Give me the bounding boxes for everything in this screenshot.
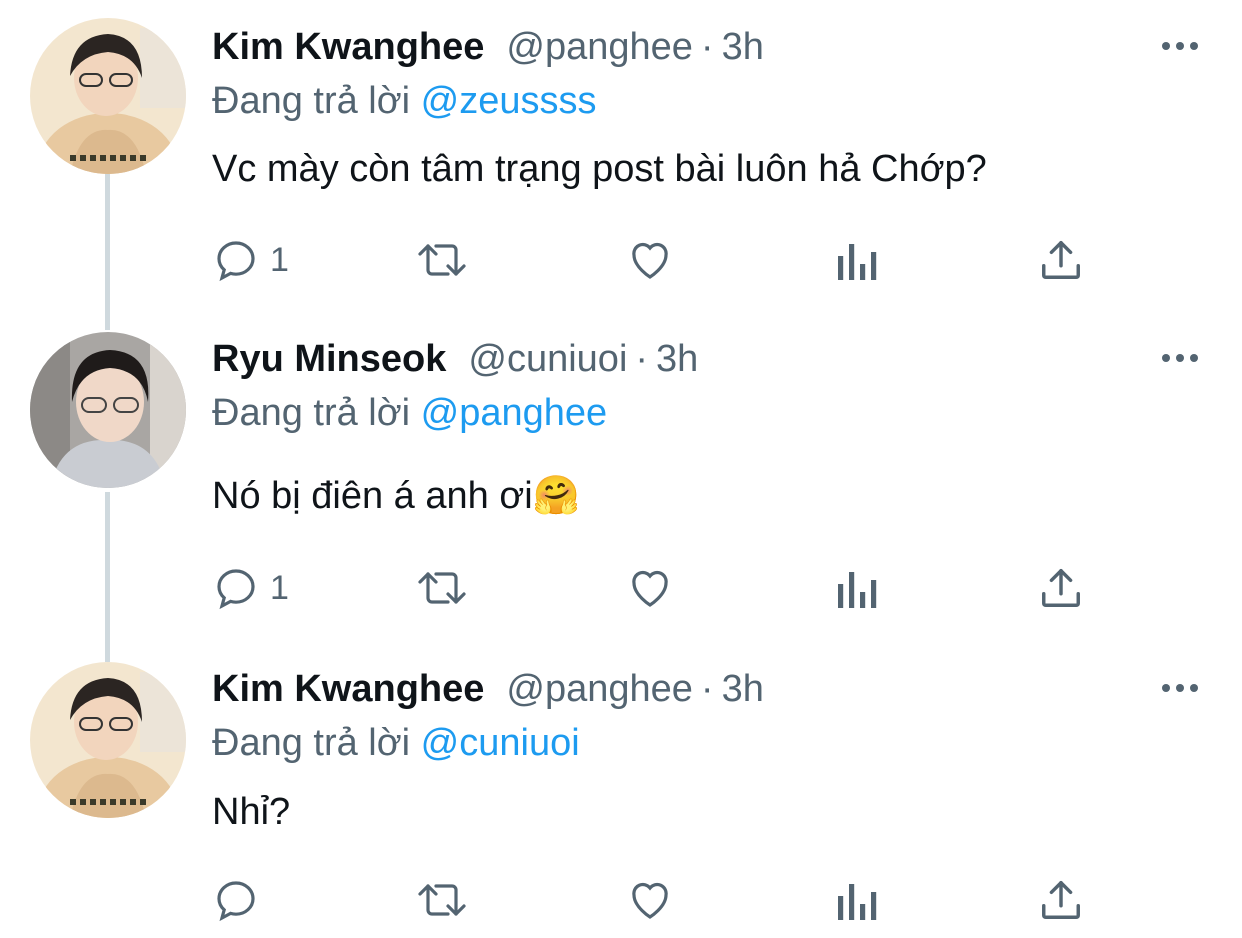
display-name[interactable]: Kim Kwanghee [212, 26, 484, 68]
like-icon [626, 236, 674, 284]
timestamp[interactable]: 3h [656, 338, 698, 380]
views-button[interactable] [834, 232, 878, 288]
reply-thread: Kim Kwanghee @panghee · 3h Đang trả lời @ze… [0, 0, 1242, 938]
tweet-actions: 1 [212, 560, 1092, 616]
tweet-text: Vc mày còn tâm trạng post bài luôn hả Ch… [212, 148, 987, 190]
retweet-button[interactable] [414, 560, 470, 616]
reply-button[interactable]: 1 [212, 232, 289, 288]
reply-count: 1 [270, 568, 289, 607]
like-button[interactable] [626, 232, 674, 288]
more-icon[interactable] [1160, 36, 1200, 56]
retweet-icon [414, 876, 470, 924]
hugging-face-emoji: 🤗 [532, 475, 581, 517]
mention-link[interactable]: @panghee [421, 392, 608, 434]
tweet[interactable]: Ryu Minseok @cuniuoi · 3h Đang trả lời @pan… [0, 312, 1242, 642]
replying-to: Đang trả lời @zeussss [212, 78, 597, 124]
avatar-kim-kwanghee [30, 662, 186, 818]
tweet[interactable]: Kim Kwanghee @panghee · 3h Đang trả lời @ze… [0, 0, 1242, 310]
views-icon [834, 876, 878, 924]
tweet-header: Ryu Minseok @cuniuoi · 3h [212, 336, 698, 382]
share-icon [1038, 236, 1084, 284]
tweet-text: Nó bị điên á anh ơi🤗 [212, 472, 580, 520]
timestamp[interactable]: 3h [722, 26, 764, 68]
retweet-button[interactable] [414, 232, 470, 288]
user-handle[interactable]: @cuniuoi [468, 338, 627, 380]
share-icon [1038, 564, 1084, 612]
retweet-button[interactable] [414, 872, 470, 928]
timestamp[interactable]: 3h [722, 668, 764, 710]
replying-to-label: Đang trả lời [212, 80, 411, 122]
replying-to-label: Đang trả lời [212, 722, 411, 764]
reply-icon [212, 564, 260, 612]
share-button[interactable] [1038, 232, 1084, 288]
user-handle[interactable]: @panghee [506, 26, 693, 68]
like-button[interactable] [626, 560, 674, 616]
tweet-text: Nhỉ? [212, 791, 291, 833]
separator-dot: · [700, 668, 714, 710]
tweet-text-body: Nó bị điên á anh ơi [212, 475, 533, 517]
reply-icon [212, 236, 260, 284]
more-icon[interactable] [1160, 678, 1200, 698]
reply-button[interactable] [212, 872, 260, 928]
separator-dot: · [700, 26, 714, 68]
retweet-icon [414, 564, 470, 612]
reply-icon [212, 876, 260, 924]
mention-link[interactable]: @zeussss [421, 80, 597, 122]
replying-to-label: Đang trả lời [212, 392, 411, 434]
retweet-icon [414, 236, 470, 284]
replying-to: Đang trả lời @panghee [212, 390, 607, 436]
views-icon [834, 564, 878, 612]
share-button[interactable] [1038, 872, 1084, 928]
reply-count: 1 [270, 240, 289, 279]
avatar-ryu-minseok [30, 332, 186, 488]
tweet[interactable]: Kim Kwanghee @panghee · 3h Đang trả lời @cu… [0, 642, 1242, 938]
share-icon [1038, 876, 1084, 924]
tweet-actions: 1 [212, 232, 1092, 288]
display-name[interactable]: Ryu Minseok [212, 338, 446, 380]
tweet-actions [212, 872, 1092, 928]
avatar[interactable] [30, 332, 186, 488]
display-name[interactable]: Kim Kwanghee [212, 668, 484, 710]
separator-dot: · [635, 338, 649, 380]
like-button[interactable] [626, 872, 674, 928]
tweet-header: Kim Kwanghee @panghee · 3h [212, 666, 764, 712]
views-button[interactable] [834, 560, 878, 616]
reply-button[interactable]: 1 [212, 560, 289, 616]
views-icon [834, 236, 878, 284]
tweet-header: Kim Kwanghee @panghee · 3h [212, 24, 764, 70]
like-icon [626, 564, 674, 612]
avatar[interactable] [30, 662, 186, 818]
share-button[interactable] [1038, 560, 1084, 616]
avatar-kim-kwanghee [30, 18, 186, 174]
replying-to: Đang trả lời @cuniuoi [212, 720, 580, 766]
user-handle[interactable]: @panghee [506, 668, 693, 710]
views-button[interactable] [834, 872, 878, 928]
more-icon[interactable] [1160, 348, 1200, 368]
mention-link[interactable]: @cuniuoi [421, 722, 580, 764]
avatar[interactable] [30, 18, 186, 174]
like-icon [626, 876, 674, 924]
